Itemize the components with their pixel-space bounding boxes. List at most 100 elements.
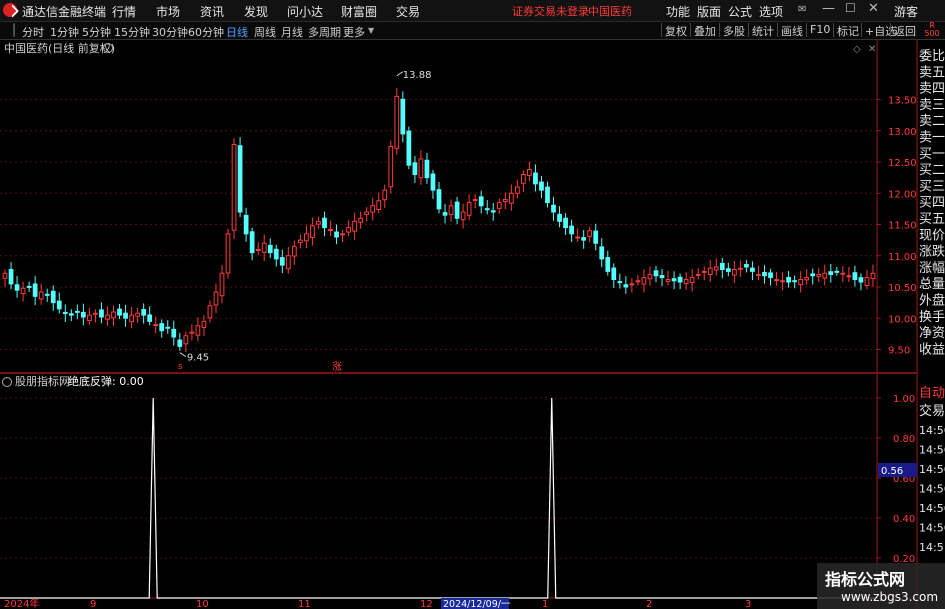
period-15min[interactable]: 15分钟	[114, 24, 150, 40]
main-tick-label: 11.00	[888, 252, 917, 263]
x-label-sep: 9	[90, 599, 96, 609]
minimize-icon[interactable]: —	[822, 1, 835, 16]
candle-body	[159, 323, 165, 332]
candle-body	[629, 283, 635, 286]
menu-item-quotes[interactable]: 行情	[112, 3, 136, 20]
candle-body	[605, 257, 611, 272]
candle-body	[273, 248, 279, 260]
candle-body	[677, 276, 683, 283]
indicator-tick-label: 0.40	[893, 514, 915, 525]
candle-body	[810, 273, 816, 277]
menu-function[interactable]: 功能	[666, 3, 690, 20]
period-dropdown-icon[interactable]: ▕	[6, 24, 14, 37]
period-weekly[interactable]: 周线	[254, 24, 276, 40]
candle-body	[460, 211, 466, 221]
login-status[interactable]: 证券交易未登录	[512, 3, 589, 19]
low-label: 9.45	[187, 353, 209, 364]
main-chart-title: 中国医药(日线 前复权)	[4, 41, 115, 55]
close-panel-icon[interactable]: ✕	[868, 44, 876, 55]
candle-body	[665, 279, 671, 282]
menu-item-ask[interactable]: 问小达	[287, 3, 323, 20]
limit-up-marker: 涨	[332, 361, 342, 373]
quote-field-label: 涨幅	[919, 261, 945, 276]
btn-adjust[interactable]: 复权	[661, 23, 690, 38]
candle-body	[147, 314, 153, 322]
menu-options[interactable]: 选项	[759, 3, 783, 20]
chart-area[interactable]: 中国医药(日线 前复权) ◇ ✕ 9.5010.0010.5011.0011.5…	[0, 40, 945, 609]
period-toolbar: ▕ 分时 1分钟 5分钟 15分钟 30分钟 60分钟 日线 周线 月线 多周期…	[0, 22, 945, 40]
candle-body	[762, 271, 767, 277]
btn-stats[interactable]: 统计	[748, 23, 777, 38]
period-30min[interactable]: 30分钟	[152, 24, 188, 40]
guest-label[interactable]: 游客	[894, 3, 918, 20]
candle-body	[496, 202, 502, 210]
r-badge-number: 500	[924, 29, 940, 38]
r-badge: R 500	[920, 22, 944, 38]
btn-draw[interactable]: 画线	[777, 23, 806, 38]
quote-field-label: 卖一	[919, 131, 945, 146]
main-tick-label: 13.50	[888, 96, 917, 107]
btn-overlay[interactable]: 叠加	[690, 23, 719, 38]
candle-body	[141, 309, 147, 316]
btn-mark[interactable]: 标记	[833, 23, 862, 38]
candle-body	[846, 275, 852, 278]
candle-body	[285, 255, 291, 270]
close-icon[interactable]: ✕	[868, 1, 879, 16]
quote-field-label: 买三	[919, 179, 945, 194]
collapse-diamond-icon[interactable]: ◇	[853, 44, 861, 55]
candle-body	[177, 339, 183, 347]
period-multi[interactable]: 多周期	[308, 24, 341, 40]
candle-body	[623, 284, 629, 288]
period-60min[interactable]: 60分钟	[188, 24, 224, 40]
quote-field-label: 总量	[919, 277, 945, 292]
candle-body	[316, 220, 321, 225]
btn-f10[interactable]: F10	[806, 23, 833, 37]
period-monthly[interactable]: 月线	[281, 24, 303, 40]
mail-icon[interactable]: ✉	[798, 4, 806, 15]
candle-body	[804, 277, 810, 281]
candle-body	[545, 186, 550, 204]
menu-item-news[interactable]: 资讯	[200, 3, 224, 20]
maximize-icon[interactable]: ☐	[845, 1, 856, 15]
menu-item-trade[interactable]: 交易	[396, 3, 420, 20]
btn-back[interactable]: 返回	[890, 23, 919, 38]
candle-body	[370, 205, 376, 213]
candle-body	[750, 267, 755, 272]
menu-item-wealth[interactable]: 财富圈	[341, 3, 377, 20]
menu-item-market[interactable]: 市场	[156, 3, 180, 20]
period-daily[interactable]: 日线	[226, 24, 248, 40]
candle-body	[852, 272, 858, 281]
quote-field-label: 卖五	[919, 65, 945, 80]
menu-layout[interactable]: 版面	[697, 3, 721, 20]
candle-body	[442, 212, 448, 216]
quote-field-label: 换手	[919, 310, 945, 325]
candle-body	[858, 277, 864, 283]
quote-field-label: 买二	[919, 163, 945, 178]
candle-body	[671, 278, 677, 282]
period-more[interactable]: 更多	[343, 24, 365, 40]
period-1min[interactable]: 1分钟	[50, 24, 79, 40]
indicator-tick-label: 0.80	[893, 434, 915, 445]
app-title: 通达信金融终端	[22, 5, 107, 19]
indicator-tick-label: 1.00	[893, 394, 915, 405]
candle-body	[695, 274, 701, 276]
chart-background	[0, 40, 945, 609]
candle-body	[587, 230, 593, 237]
period-5min[interactable]: 5分钟	[82, 24, 111, 40]
candle-body	[213, 291, 219, 306]
candle-body	[14, 284, 20, 291]
x-label-oct: 10	[196, 599, 209, 609]
x-label-mar: 3	[745, 599, 751, 609]
candle-body	[68, 313, 74, 316]
period-intraday[interactable]: 分时	[22, 24, 44, 40]
trade-label[interactable]: 交易	[919, 403, 945, 419]
candle-body	[74, 310, 80, 313]
candle-body	[828, 271, 834, 275]
candle-body	[93, 312, 98, 315]
more-chevron-icon[interactable]: ▼	[368, 26, 374, 35]
btn-multi-stock[interactable]: 多股	[719, 23, 748, 38]
menu-item-discover[interactable]: 发现	[244, 3, 268, 20]
candle-body	[38, 291, 44, 300]
menu-formula[interactable]: 公式	[728, 3, 752, 20]
auto-label[interactable]: 自动	[919, 386, 945, 401]
